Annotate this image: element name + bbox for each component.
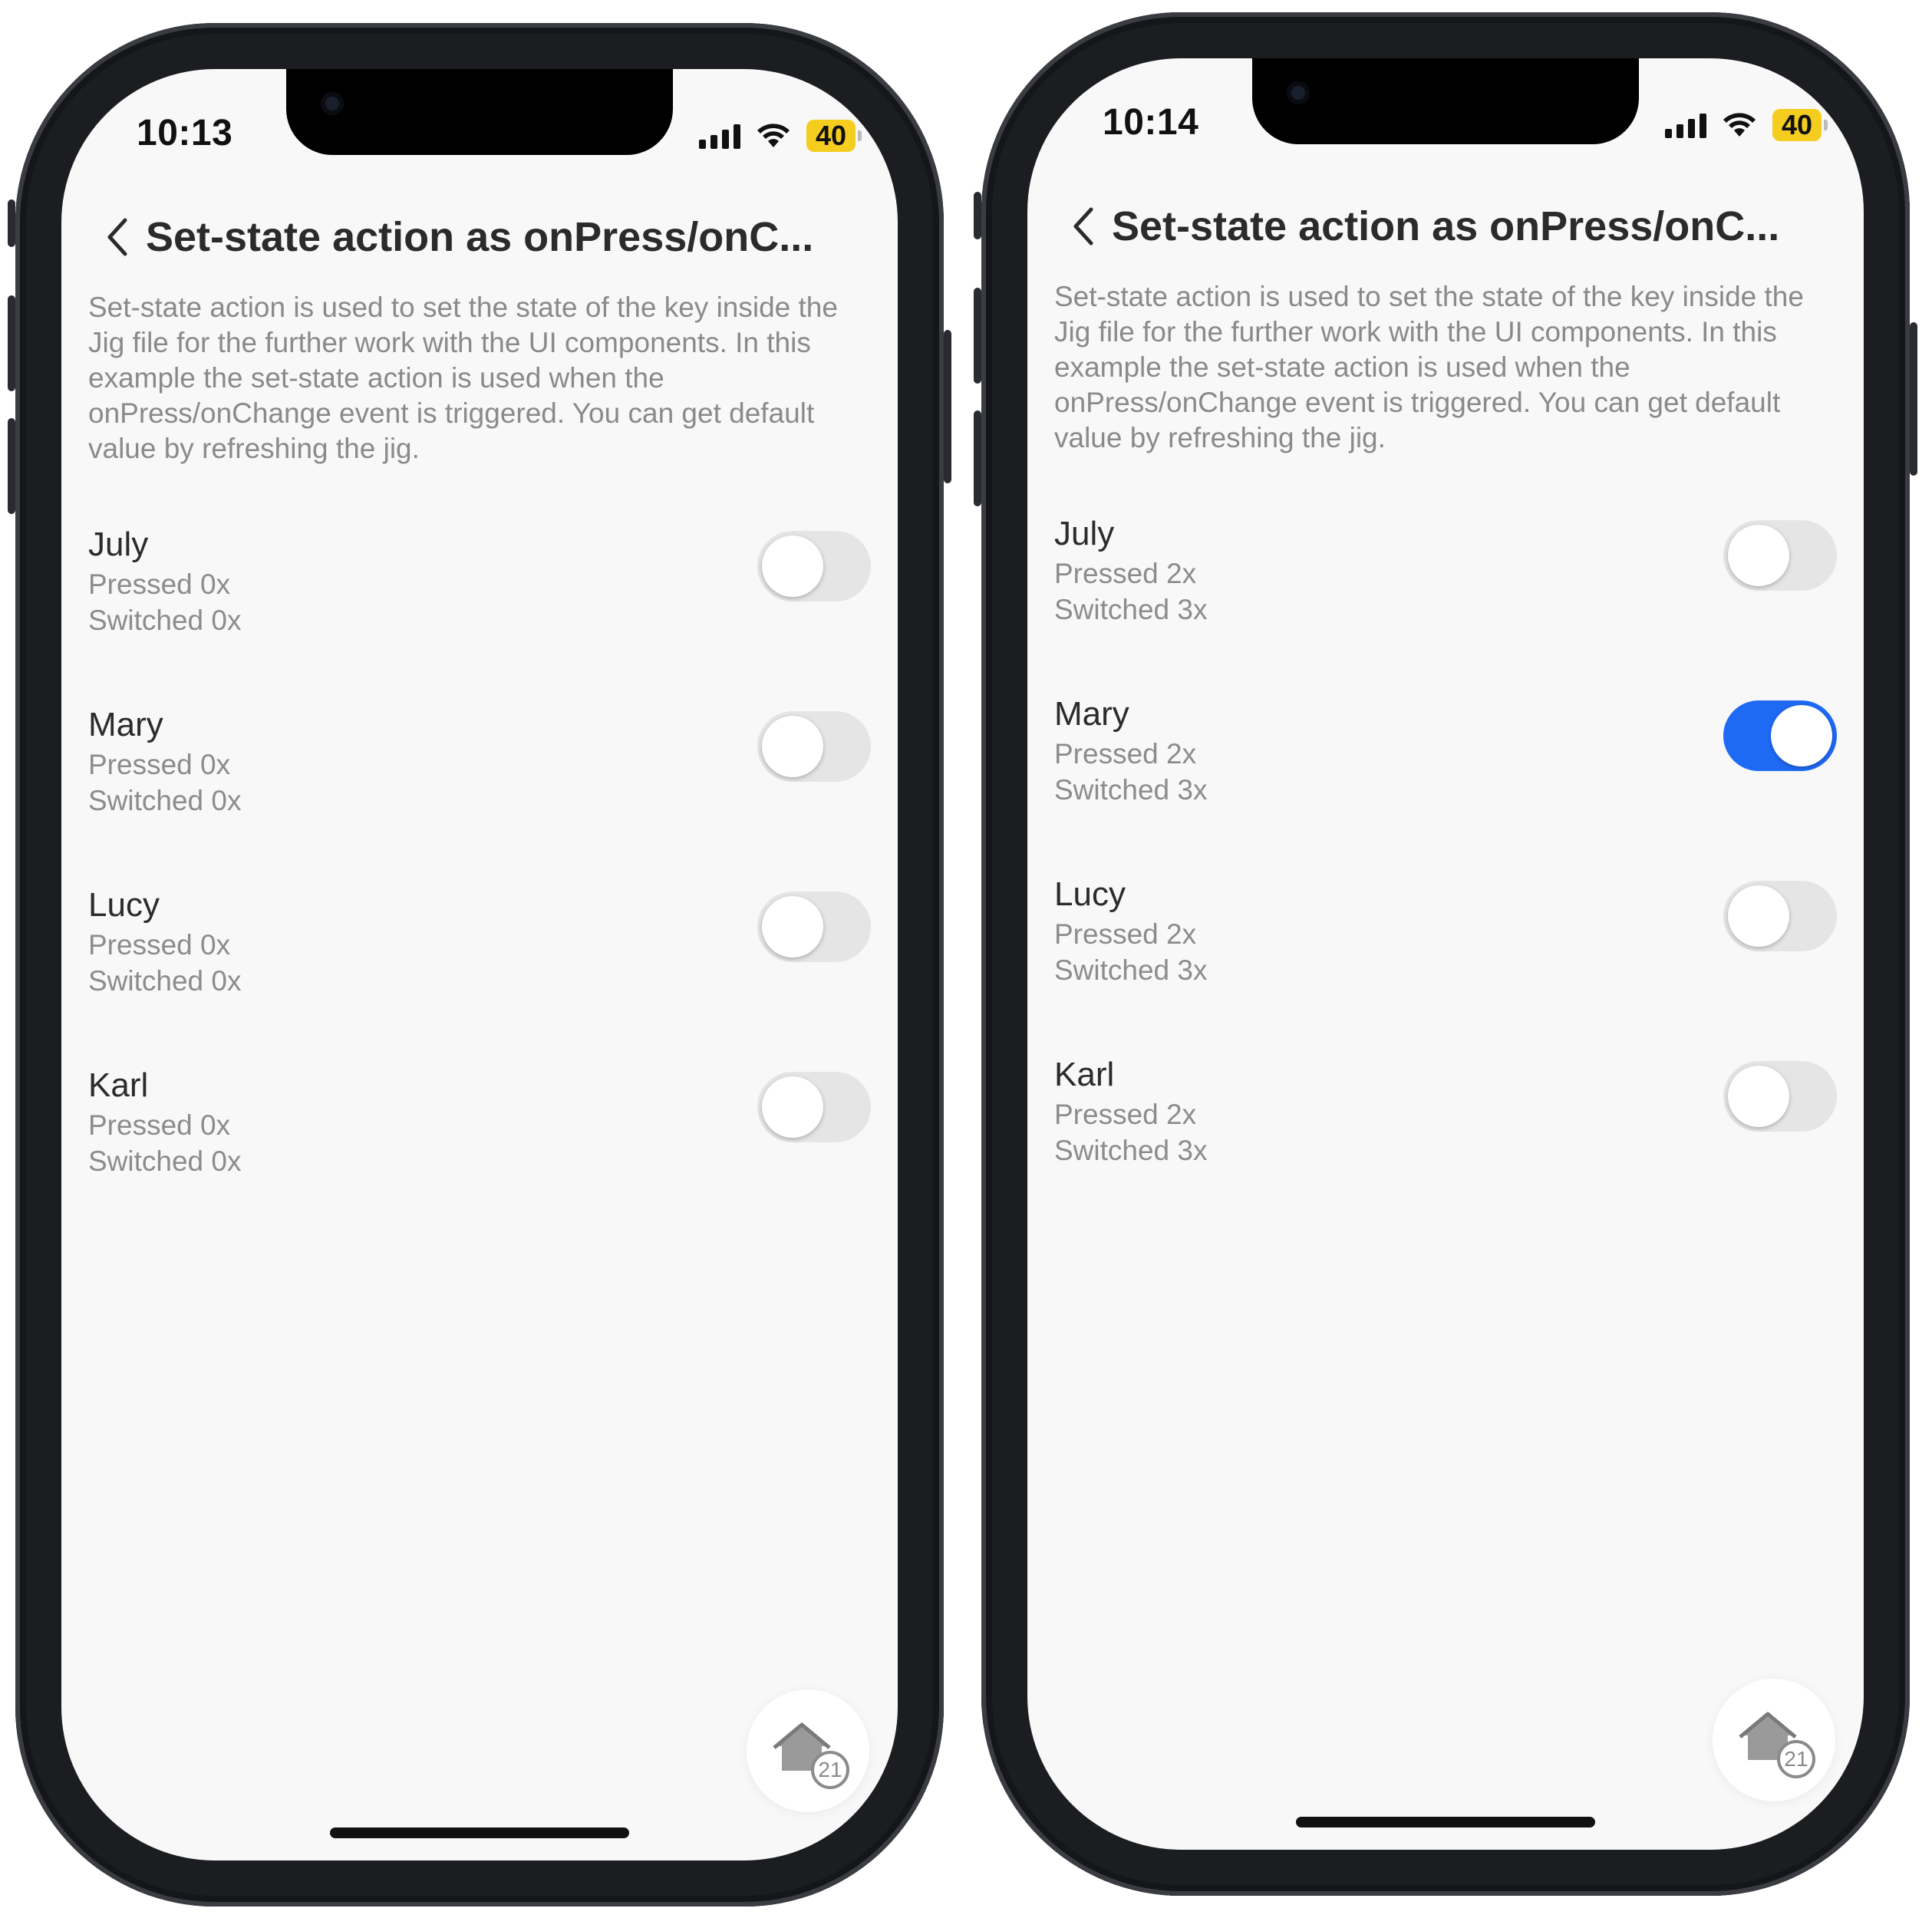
toggle-knob bbox=[1771, 705, 1832, 766]
description-text: Set-state action is used to set the stat… bbox=[1054, 281, 1804, 453]
cellular-signal-icon bbox=[1664, 112, 1706, 138]
toggle-knob bbox=[762, 1076, 823, 1138]
status-icons: 40 bbox=[698, 120, 862, 152]
status-time: 10:14 bbox=[1103, 102, 1199, 143]
list-item: July Pressed 0x Switched 0x bbox=[88, 523, 871, 646]
list-item: Lucy Pressed 0x Switched 0x bbox=[88, 884, 871, 1007]
phone-right: 10:14 40 Set-state action as onPress/onC… bbox=[966, 0, 1932, 1928]
item-pressed-count: Pressed 0x bbox=[88, 1109, 231, 1141]
volume-up-button bbox=[974, 288, 981, 384]
screen: 10:13 40 Set-state action as onPress/onC… bbox=[61, 69, 898, 1860]
volume-down-button bbox=[8, 418, 15, 514]
item-pressed-count: Pressed 2x bbox=[1054, 738, 1197, 770]
toggle-knob bbox=[1728, 525, 1789, 586]
list-item: July Pressed 2x Switched 3x bbox=[1054, 512, 1837, 635]
chevron-left-icon bbox=[1073, 207, 1093, 246]
home-fab-button[interactable]: 21 bbox=[747, 1689, 869, 1812]
toggle-switch[interactable] bbox=[757, 711, 871, 782]
wifi-icon bbox=[757, 124, 790, 147]
chevron-left-icon bbox=[107, 218, 127, 256]
item-switched-count: Switched 0x bbox=[88, 785, 242, 816]
volume-down-button bbox=[974, 410, 981, 506]
home-fab-button[interactable]: 21 bbox=[1713, 1679, 1835, 1801]
list-item: Mary Pressed 0x Switched 0x bbox=[88, 704, 871, 826]
item-name: July bbox=[1054, 515, 1115, 552]
back-button[interactable] bbox=[101, 214, 132, 260]
list-item: Mary Pressed 2x Switched 3x bbox=[1054, 693, 1837, 816]
mute-switch bbox=[974, 192, 981, 239]
fab-badge: 21 bbox=[811, 1751, 849, 1789]
list-item: Karl Pressed 2x Switched 3x bbox=[1054, 1053, 1837, 1176]
phone-left: 10:13 40 Set-state action as onPress/onC… bbox=[0, 0, 966, 1928]
list-item: Karl Pressed 0x Switched 0x bbox=[88, 1064, 871, 1187]
toggle-switch[interactable] bbox=[1723, 881, 1837, 951]
item-switched-count: Switched 3x bbox=[1054, 954, 1208, 986]
toggle-switch[interactable] bbox=[1723, 520, 1837, 591]
page-header: Set-state action as onPress/onC... bbox=[101, 213, 813, 261]
item-switched-count: Switched 3x bbox=[1054, 594, 1208, 625]
item-name: Lucy bbox=[88, 886, 160, 924]
fab-badge: 21 bbox=[1777, 1740, 1815, 1778]
toggle-switch[interactable] bbox=[757, 891, 871, 962]
list-item: Lucy Pressed 2x Switched 3x bbox=[1054, 873, 1837, 996]
toggle-knob bbox=[762, 896, 823, 957]
item-switched-count: Switched 3x bbox=[1054, 1135, 1208, 1166]
item-pressed-count: Pressed 0x bbox=[88, 569, 231, 600]
status-time: 10:13 bbox=[137, 113, 233, 153]
item-pressed-count: Pressed 2x bbox=[1054, 558, 1197, 589]
battery-indicator: 40 bbox=[806, 120, 862, 152]
item-switched-count: Switched 0x bbox=[88, 965, 242, 997]
page-title: Set-state action as onPress/onC... bbox=[1112, 203, 1780, 249]
status-icons: 40 bbox=[1664, 109, 1828, 141]
page-title: Set-state action as onPress/onC... bbox=[146, 214, 814, 260]
home-indicator bbox=[1296, 1817, 1595, 1827]
item-switched-count: Switched 3x bbox=[1054, 774, 1208, 806]
item-name: Mary bbox=[88, 706, 163, 743]
toggle-knob bbox=[762, 536, 823, 597]
item-pressed-count: Pressed 0x bbox=[88, 749, 231, 780]
battery-indicator: 40 bbox=[1772, 109, 1828, 141]
description-text: Set-state action is used to set the stat… bbox=[88, 292, 838, 464]
power-button bbox=[1910, 322, 1917, 476]
item-pressed-count: Pressed 2x bbox=[1054, 1099, 1197, 1130]
page-header: Set-state action as onPress/onC... bbox=[1067, 203, 1779, 250]
item-name: July bbox=[88, 526, 149, 563]
wifi-icon bbox=[1723, 113, 1756, 137]
cellular-signal-icon bbox=[698, 123, 740, 149]
front-camera bbox=[321, 92, 344, 115]
toggle-knob bbox=[1728, 1066, 1789, 1127]
toggle-knob bbox=[1728, 885, 1789, 947]
item-pressed-count: Pressed 0x bbox=[88, 929, 231, 961]
item-switched-count: Switched 0x bbox=[88, 605, 242, 636]
item-pressed-count: Pressed 2x bbox=[1054, 918, 1197, 950]
home-indicator bbox=[330, 1827, 629, 1838]
front-camera bbox=[1287, 81, 1310, 104]
back-button[interactable] bbox=[1067, 203, 1098, 249]
screen: 10:14 40 Set-state action as onPress/onC… bbox=[1027, 58, 1864, 1850]
item-name: Lucy bbox=[1054, 875, 1126, 913]
volume-up-button bbox=[8, 295, 15, 391]
toggle-switch[interactable] bbox=[757, 1072, 871, 1142]
item-name: Mary bbox=[1054, 695, 1129, 733]
toggle-switch[interactable] bbox=[1723, 1061, 1837, 1132]
item-switched-count: Switched 0x bbox=[88, 1145, 242, 1177]
toggle-switch[interactable] bbox=[757, 531, 871, 601]
power-button bbox=[944, 330, 951, 483]
item-name: Karl bbox=[1054, 1056, 1115, 1093]
toggle-knob bbox=[762, 716, 823, 777]
notch bbox=[286, 69, 673, 155]
notch bbox=[1252, 58, 1639, 144]
item-name: Karl bbox=[88, 1066, 149, 1104]
toggle-switch[interactable] bbox=[1723, 700, 1837, 771]
mute-switch bbox=[8, 199, 15, 247]
